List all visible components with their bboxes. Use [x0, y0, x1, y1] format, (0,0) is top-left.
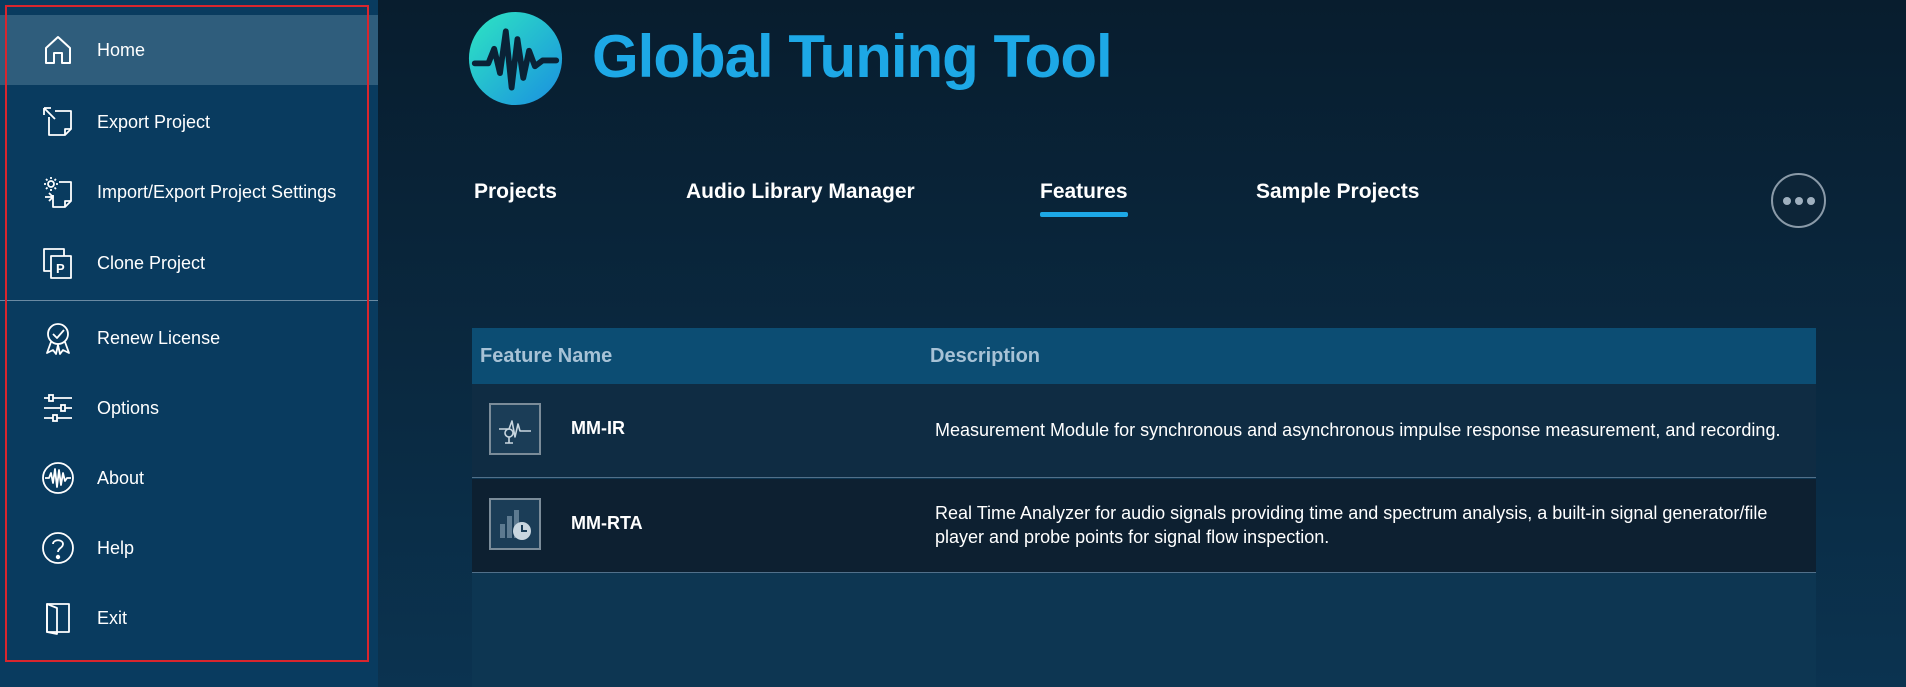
sidebar-item-label: Help: [97, 537, 135, 558]
sidebar-item-export-project[interactable]: Export Project: [0, 87, 378, 157]
sidebar-item-label: Renew License: [97, 327, 221, 348]
sidebar-item-import-export-settings[interactable]: Import/Export Project Settings: [0, 157, 378, 227]
sidebar-item-home[interactable]: Home: [0, 15, 378, 85]
home-icon: [38, 30, 78, 70]
feature-description: Real Time Analyzer for audio signals pro…: [935, 503, 1768, 547]
sliders-icon: [38, 388, 78, 428]
sidebar-divider: [0, 300, 378, 301]
license-badge-icon: [38, 318, 78, 358]
tab-sample-projects[interactable]: Sample Projects: [1256, 180, 1419, 204]
sidebar-item-label: Export Project: [97, 111, 211, 132]
app-window: Home Export Project Import/Export Projec…: [0, 0, 1906, 687]
tab-features[interactable]: Features: [1040, 180, 1128, 217]
sidebar-menu: Home Export Project Import/Export Projec…: [0, 0, 378, 687]
settings-import-icon: [38, 172, 78, 212]
column-header-description: Description: [930, 345, 1041, 367]
tab-projects[interactable]: Projects: [474, 180, 557, 204]
table-header: Feature Name Description: [472, 328, 1816, 384]
sidebar-item-label: Home: [97, 39, 146, 60]
sidebar-item-options[interactable]: Options: [0, 373, 378, 443]
tab-audio-library-manager[interactable]: Audio Library Manager: [686, 180, 915, 204]
measurement-microphone-icon: [489, 403, 541, 455]
waveform-icon: [38, 458, 78, 498]
more-options-button[interactable]: [1771, 173, 1826, 228]
sidebar-item-exit[interactable]: Exit: [0, 583, 378, 653]
sidebar-item-clone-project[interactable]: P Clone Project: [0, 228, 378, 298]
sidebar-item-help[interactable]: Help: [0, 513, 378, 583]
sidebar-item-label: About: [97, 467, 145, 488]
waveform-logo-icon: [467, 10, 564, 107]
features-table: Feature Name Description MM-IR Measureme…: [472, 328, 1816, 687]
clone-icon: P: [38, 243, 78, 283]
sidebar-item-label: Clone Project: [97, 252, 206, 273]
feature-name: MM-IR: [571, 418, 625, 438]
sidebar-item-label: Exit: [97, 607, 128, 628]
help-icon: [38, 528, 78, 568]
table-row[interactable]: MM-IR Measurement Module for synchronous…: [472, 384, 1816, 478]
analyzer-chart-clock-icon: [489, 498, 541, 550]
sidebar-item-label: Options: [97, 397, 160, 418]
svg-text:P: P: [56, 261, 65, 276]
feature-description: Measurement Module for synchronous and a…: [935, 420, 1781, 440]
exit-door-icon: [38, 598, 78, 638]
table-row[interactable]: MM-RTA Real Time Analyzer for audio sign…: [472, 479, 1816, 573]
app-title: Global Tuning Tool: [592, 23, 1113, 90]
export-icon: [38, 102, 78, 142]
sidebar-item-about[interactable]: About: [0, 443, 378, 513]
feature-name: MM-RTA: [571, 513, 643, 533]
more-dots-icon: [1782, 196, 1791, 205]
sidebar-item-renew-license[interactable]: Renew License: [0, 303, 378, 373]
sidebar-item-label: Import/Export Project Settings: [97, 181, 337, 202]
column-header-feature-name: Feature Name: [480, 345, 613, 367]
